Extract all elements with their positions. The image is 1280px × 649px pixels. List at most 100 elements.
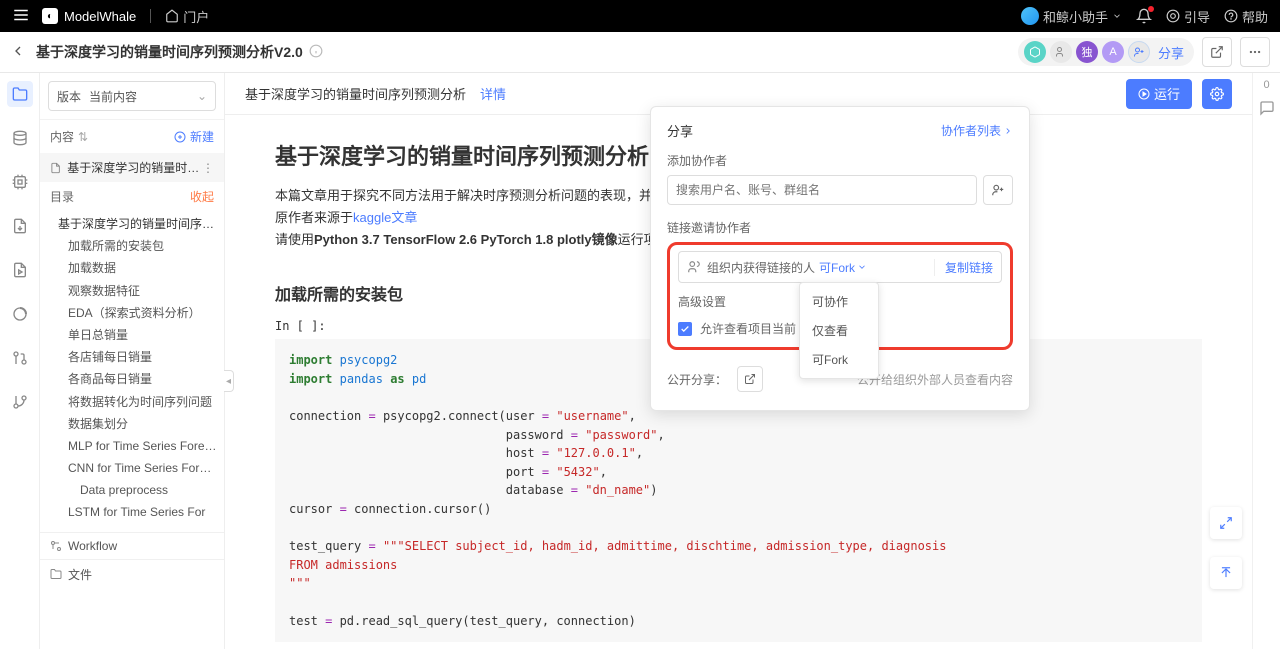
new-button[interactable]: 新建 xyxy=(174,128,214,145)
nav-progress[interactable] xyxy=(7,301,33,327)
comments-button[interactable] xyxy=(1256,97,1278,119)
gear-icon xyxy=(1210,87,1224,101)
assistant-avatar-icon xyxy=(1021,7,1039,25)
toc-item[interactable]: 数据集划分 xyxy=(58,413,224,435)
user-plus-icon xyxy=(991,183,1005,197)
toc-item[interactable]: 将数据转化为时间序列问题 xyxy=(58,391,224,413)
assistant-link[interactable]: 和鲸小助手 xyxy=(1021,7,1122,26)
info-icon xyxy=(309,44,323,58)
toc-item[interactable]: LSTM for Time Series For xyxy=(58,501,224,523)
version-select[interactable]: 版本 当前内容 ⌄ xyxy=(48,81,216,111)
new-label: 新建 xyxy=(190,128,214,145)
collaborator-list-link[interactable]: 协作者列表 xyxy=(941,122,1013,139)
sort-icon[interactable]: ⇅ xyxy=(78,130,88,144)
file-down-icon xyxy=(12,218,28,234)
allow-view-checkbox[interactable] xyxy=(678,322,692,336)
detail-link[interactable]: 详情 xyxy=(480,84,506,103)
perm-option-view[interactable]: 仅查看 xyxy=(800,316,878,345)
version-value: 当前内容 xyxy=(89,88,137,105)
cube-icon xyxy=(1029,46,1041,58)
toc-item[interactable]: 观察数据特征 xyxy=(58,280,224,302)
share-popover: 分享 协作者列表 添加协作者 链接邀请协作者 组织内获得链接的人 xyxy=(650,106,1030,411)
portal-label: 门户 xyxy=(183,7,209,26)
portal-link[interactable]: 门户 xyxy=(165,7,209,26)
nav-git[interactable] xyxy=(7,345,33,371)
guide-link[interactable]: 引导 xyxy=(1166,7,1210,26)
outline-label: 目录 xyxy=(50,188,74,205)
info-button[interactable] xyxy=(309,44,323,61)
link-permission-select[interactable]: 可Fork xyxy=(819,259,867,276)
toc-item[interactable]: 各店铺每日销量 xyxy=(58,346,224,368)
highlighted-area: 组织内获得链接的人 可Fork 复制链接 可协作 仅查看 可Fork 高级设置 xyxy=(667,242,1013,350)
public-share-desc: 公开给组织外部人员查看内容 xyxy=(857,371,1013,388)
collapse-button[interactable]: 收起 xyxy=(190,188,214,205)
logo-mark-icon: ◐ xyxy=(42,8,58,24)
brand-logo[interactable]: ◐ ModelWhale xyxy=(42,8,136,24)
folder-icon xyxy=(12,86,28,102)
files-section[interactable]: 文件 xyxy=(40,559,224,589)
collab-badge-share xyxy=(1128,41,1150,63)
toc-item[interactable]: 单日总销量 xyxy=(58,324,224,346)
collab-badge-1 xyxy=(1024,41,1046,63)
nav-data[interactable] xyxy=(7,125,33,151)
file-row[interactable]: 基于深度学习的销量时间… ⋮ xyxy=(40,153,224,182)
share-button[interactable]: 分享 xyxy=(1158,43,1184,62)
assistant-label: 和鲸小助手 xyxy=(1043,7,1108,26)
hamburger-menu[interactable] xyxy=(12,6,30,27)
file-more-button[interactable]: ⋮ xyxy=(202,161,214,175)
target-icon xyxy=(1166,9,1180,23)
perm-option-collab[interactable]: 可协作 xyxy=(800,287,878,316)
collab-badge-a: A xyxy=(1102,41,1124,63)
toc-item[interactable]: Data preprocess xyxy=(58,479,224,501)
users-icon xyxy=(687,260,701,274)
link-scope: 组织内获得链接的人 xyxy=(707,259,815,276)
collaborator-badges[interactable]: 独 A 分享 xyxy=(1018,38,1194,66)
toc-item[interactable]: MLP for Time Series Forecasting xyxy=(58,435,224,457)
notifications-button[interactable] xyxy=(1136,8,1152,24)
breadcrumb: 基于深度学习的销量时间序列预测分析 xyxy=(245,84,466,103)
nav-branch[interactable] xyxy=(7,389,33,415)
nav-compute[interactable] xyxy=(7,169,33,195)
nav-files[interactable] xyxy=(7,81,33,107)
nav-run[interactable] xyxy=(7,257,33,283)
version-label: 版本 xyxy=(57,88,81,105)
comment-count: 0 xyxy=(1263,79,1269,91)
toc-item[interactable]: 加载所需的安装包 xyxy=(58,235,224,257)
more-menu-button[interactable] xyxy=(1240,37,1270,67)
help-label: 帮助 xyxy=(1242,7,1268,26)
workflow-icon xyxy=(50,540,62,552)
divider xyxy=(150,9,151,23)
nav-doc[interactable] xyxy=(7,213,33,239)
settings-button[interactable] xyxy=(1202,79,1232,109)
perm-option-fork[interactable]: 可Fork xyxy=(800,345,878,374)
chevron-right-icon xyxy=(1003,126,1013,136)
git-pr-icon xyxy=(12,350,28,366)
add-collab-button[interactable] xyxy=(983,175,1013,205)
run-button[interactable]: 运行 xyxy=(1126,79,1192,109)
sidebar-collapse-handle[interactable]: ◂ xyxy=(224,370,234,392)
guide-label: 引导 xyxy=(1184,7,1210,26)
help-link[interactable]: 帮助 xyxy=(1224,7,1268,26)
link-invite-label: 链接邀请协作者 xyxy=(667,219,1013,236)
toc-item[interactable]: 加载数据 xyxy=(58,257,224,279)
toc-item[interactable]: CNN for Time Series Forecasting xyxy=(58,457,224,479)
public-share-button[interactable] xyxy=(737,366,763,392)
chevron-down-icon xyxy=(1112,11,1122,21)
export-button[interactable] xyxy=(1202,37,1232,67)
back-button[interactable] xyxy=(10,43,26,62)
workflow-section[interactable]: Workflow xyxy=(40,532,224,559)
collaborator-search-input[interactable] xyxy=(667,175,977,205)
message-icon xyxy=(1259,100,1275,116)
toc-item[interactable]: 各商品每日销量 xyxy=(58,368,224,390)
share-out-icon xyxy=(744,373,756,385)
scroll-top-button[interactable] xyxy=(1210,557,1242,589)
collab-badge-private: 独 xyxy=(1076,41,1098,63)
copy-link-button[interactable]: 复制链接 xyxy=(934,259,993,276)
fullscreen-button[interactable] xyxy=(1210,507,1242,539)
check-icon xyxy=(680,324,690,334)
toc-item[interactable]: EDA（探索式资料分析） xyxy=(58,302,224,324)
users-icon xyxy=(1055,46,1067,58)
kaggle-link[interactable]: kaggle文章 xyxy=(353,210,417,225)
maximize-icon xyxy=(1219,516,1233,530)
toc-root[interactable]: 基于深度学习的销量时间序列预测分析 xyxy=(58,213,224,235)
